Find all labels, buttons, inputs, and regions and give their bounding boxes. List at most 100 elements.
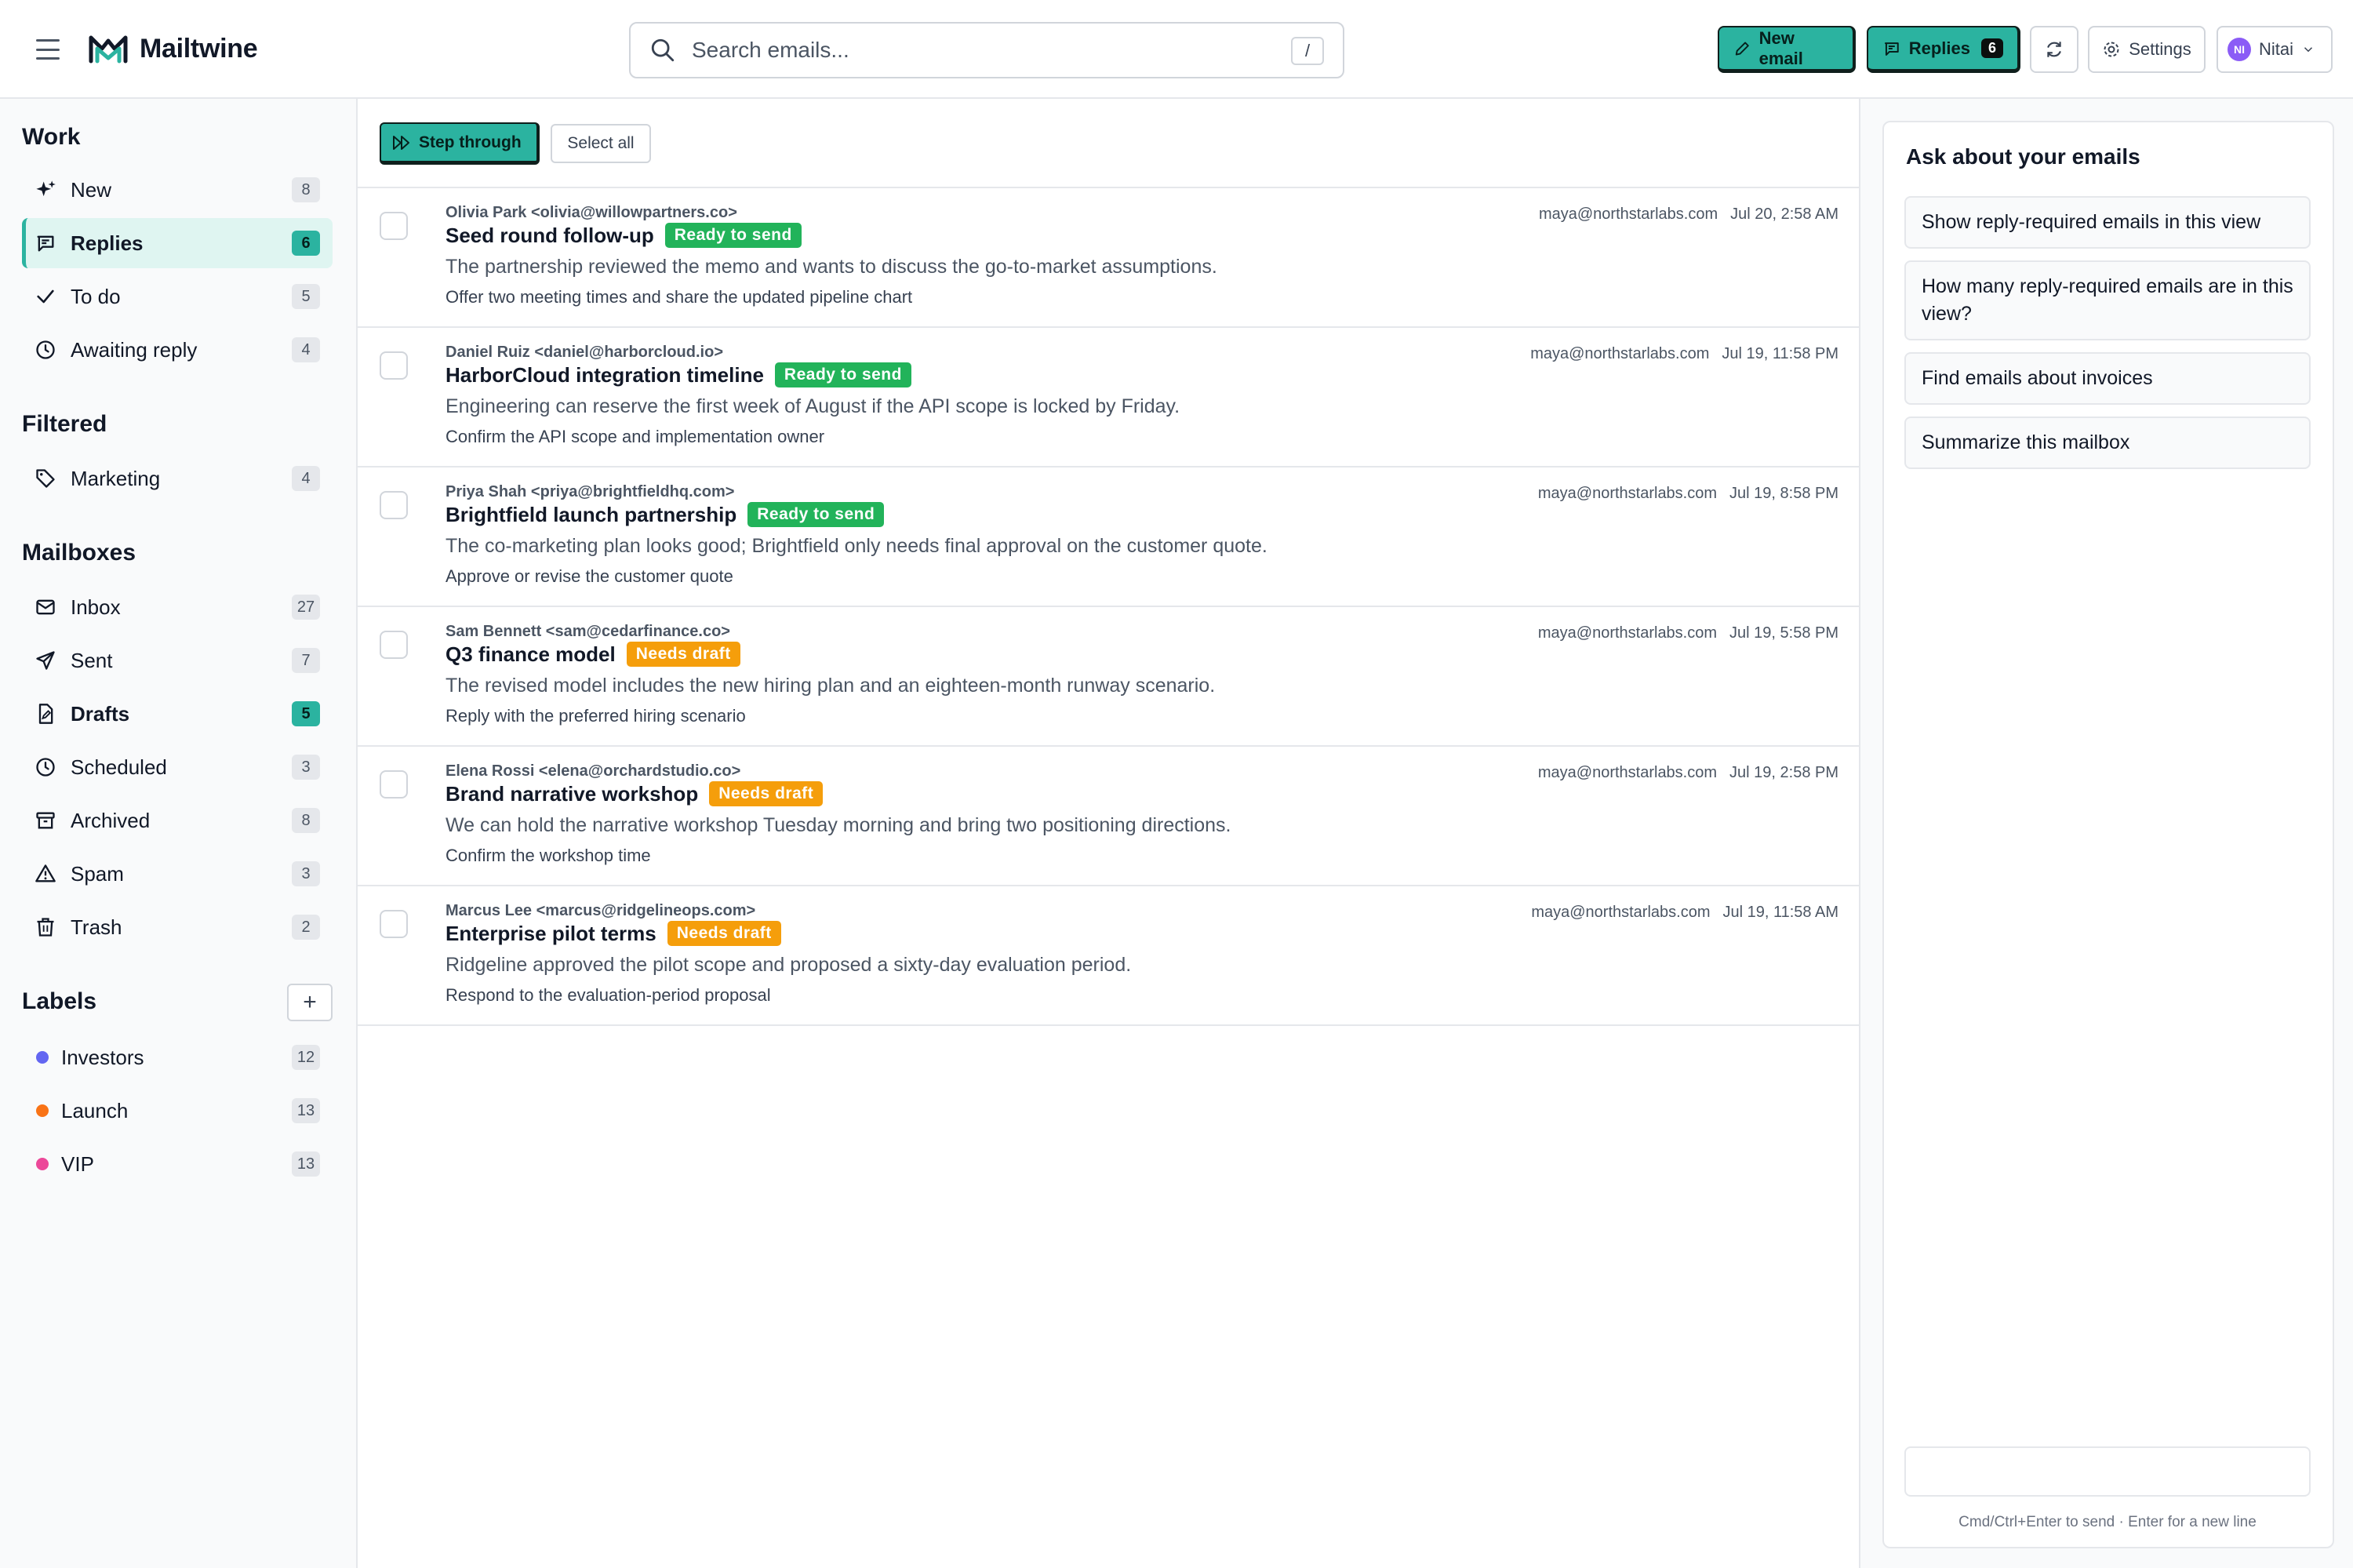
email-recipient: maya@northstarlabs.com <box>1530 345 1710 362</box>
sidebar-item-new[interactable]: New 8 <box>22 165 333 215</box>
email-row[interactable]: Marcus Lee <marcus@ridgelineops.com> Ent… <box>358 886 1860 1026</box>
top-bar: Mailtwine / New email Replies 6 Settings… <box>0 0 2353 99</box>
add-label-button[interactable]: + <box>287 984 333 1021</box>
row-checkbox[interactable] <box>380 631 408 659</box>
email-recipient: maya@northstarlabs.com <box>1538 206 1718 223</box>
row-checkbox[interactable] <box>380 910 408 938</box>
trash-icon <box>35 916 56 938</box>
email-row[interactable]: Elena Rossi <elena@orchardstudio.co> Bra… <box>358 747 1860 886</box>
status-badge: Ready to send <box>747 502 885 527</box>
suggestion-chip[interactable]: Show reply-required emails in this view <box>1904 196 2311 249</box>
row-checkbox[interactable] <box>380 212 408 240</box>
sidebar-item-spam[interactable]: Spam 3 <box>22 849 333 899</box>
email-date: Jul 19, 11:58 PM <box>1722 345 1838 362</box>
refresh-button[interactable] <box>2030 26 2078 73</box>
sidebar-item-trash[interactable]: Trash 2 <box>22 902 333 952</box>
section-title-work: Work <box>22 124 81 150</box>
count-badge: 13 <box>292 1151 320 1177</box>
email-sender: Daniel Ruiz <daniel@harborcloud.io> <box>446 344 724 361</box>
menu-icon[interactable] <box>36 39 60 60</box>
row-checkbox[interactable] <box>380 351 408 380</box>
sidebar-item-marketing[interactable]: Marketing 4 <box>22 453 333 504</box>
email-row[interactable]: Daniel Ruiz <daniel@harborcloud.io> Harb… <box>358 328 1860 467</box>
sidebar-item-label: VIP <box>61 1151 94 1176</box>
row-checkbox[interactable] <box>380 491 408 519</box>
sidebar-item-label: To do <box>71 284 121 308</box>
clock-icon <box>35 756 56 778</box>
sidebar-item-to-do[interactable]: To do 5 <box>22 271 333 322</box>
reply-icon <box>35 232 56 254</box>
search-input[interactable] <box>692 38 1257 63</box>
email-subject: Brand narrative workshop <box>446 781 699 806</box>
app-logo[interactable]: Mailtwine <box>88 33 258 64</box>
count-badge: 2 <box>292 915 320 940</box>
sidebar-item-launch[interactable]: Launch 13 <box>22 1086 333 1136</box>
settings-button[interactable]: Settings <box>2088 26 2206 73</box>
sidebar-item-archived[interactable]: Archived 8 <box>22 795 333 846</box>
count-badge: 12 <box>292 1045 320 1070</box>
sidebar-item-label: Drafts <box>71 701 130 726</box>
email-date: Jul 19, 11:58 AM <box>1722 904 1839 921</box>
suggestion-chip[interactable]: Summarize this mailbox <box>1904 417 2311 469</box>
select-all-button[interactable]: Select all <box>551 124 651 163</box>
count-badge: 8 <box>292 808 320 833</box>
clock-icon <box>35 339 56 361</box>
email-subject: Q3 finance model <box>446 642 616 666</box>
replies-button[interactable]: Replies 6 <box>1867 26 2020 73</box>
sidebar-item-inbox[interactable]: Inbox 27 <box>22 582 333 632</box>
email-subject: Enterprise pilot terms <box>446 921 656 945</box>
sidebar-item-label: Sent <box>71 648 113 672</box>
assistant-panel: Ask about your emails Show reply-require… <box>1860 99 2353 1568</box>
sidebar-item-label: Marketing <box>71 466 161 490</box>
count-badge: 5 <box>292 701 320 726</box>
new-email-button[interactable]: New email <box>1718 26 1856 73</box>
draft-icon <box>35 703 56 725</box>
sidebar-item-label: Archived <box>71 808 151 832</box>
sidebar-item-label: New <box>71 177 112 202</box>
email-row[interactable]: Sam Bennett <sam@cedarfinance.co> Q3 fin… <box>358 607 1860 747</box>
row-checkbox[interactable] <box>380 770 408 799</box>
list-toolbar: Step through Select all <box>358 99 1860 188</box>
email-row[interactable]: Olivia Park <olivia@willowpartners.co> S… <box>358 188 1860 328</box>
sidebar-item-awaiting-reply[interactable]: Awaiting reply 4 <box>22 325 333 375</box>
sidebar-item-label: Inbox <box>71 595 121 619</box>
refresh-icon <box>2047 42 2061 57</box>
email-recipient: maya@northstarlabs.com <box>1531 904 1711 921</box>
email-next-action: Reply with the preferred hiring scenario <box>446 706 746 726</box>
email-meta: maya@northstarlabs.com Jul 19, 2:58 PM <box>1538 764 1838 782</box>
sidebar-item-scheduled[interactable]: Scheduled 3 <box>22 742 333 792</box>
sparkle-icon <box>35 179 56 201</box>
sidebar-item-vip[interactable]: VIP 13 <box>22 1139 333 1189</box>
suggestion-chip[interactable]: Find emails about invoices <box>1904 352 2311 405</box>
count-badge: 27 <box>292 595 320 620</box>
email-sender: Sam Bennett <sam@cedarfinance.co> <box>446 623 730 640</box>
new-email-label: New email <box>1758 27 1803 68</box>
email-preview: The partnership reviewed the memo and wa… <box>446 256 1217 278</box>
email-subject-line: Enterprise pilot terms Needs draft <box>446 921 781 946</box>
user-menu-button[interactable]: NI Nitai <box>2217 26 2333 73</box>
sidebar-item-label: Launch <box>61 1098 129 1122</box>
email-list-pane: Step through Select all Olivia Park <oli… <box>358 99 1860 1568</box>
sidebar-item-investors[interactable]: Investors 12 <box>22 1032 333 1082</box>
replies-label: Replies <box>1908 38 1970 58</box>
email-meta: maya@northstarlabs.com Jul 19, 11:58 PM <box>1530 345 1838 363</box>
sidebar-item-sent[interactable]: Sent 7 <box>22 635 333 686</box>
suggestion-chip[interactable]: How many reply-required emails are in th… <box>1904 260 2311 340</box>
step-through-button[interactable]: Step through <box>380 122 540 165</box>
email-row[interactable]: Priya Shah <priya@brightfieldhq.com> Bri… <box>358 467 1860 607</box>
replies-count-badge: 6 <box>1980 38 2003 58</box>
email-sender: Marcus Lee <marcus@ridgelineops.com> <box>446 902 756 919</box>
section-title-labels: Labels <box>22 988 97 1014</box>
search-bar[interactable]: / <box>629 22 1344 78</box>
user-name: Nitai <box>2259 39 2294 59</box>
email-recipient: maya@northstarlabs.com <box>1537 764 1718 781</box>
section-title-mailboxes: Mailboxes <box>22 540 136 566</box>
count-badge: 7 <box>292 648 320 673</box>
sidebar-item-replies[interactable]: Replies 6 <box>22 218 333 268</box>
sidebar-item-label: Replies <box>71 231 144 255</box>
email-next-action: Respond to the evaluation-period proposa… <box>446 985 771 1005</box>
assistant-input[interactable] <box>1904 1446 2311 1497</box>
count-badge: 5 <box>292 284 320 309</box>
email-subject-line: Seed round follow-up Ready to send <box>446 223 802 248</box>
sidebar-item-drafts[interactable]: Drafts 5 <box>22 689 333 739</box>
